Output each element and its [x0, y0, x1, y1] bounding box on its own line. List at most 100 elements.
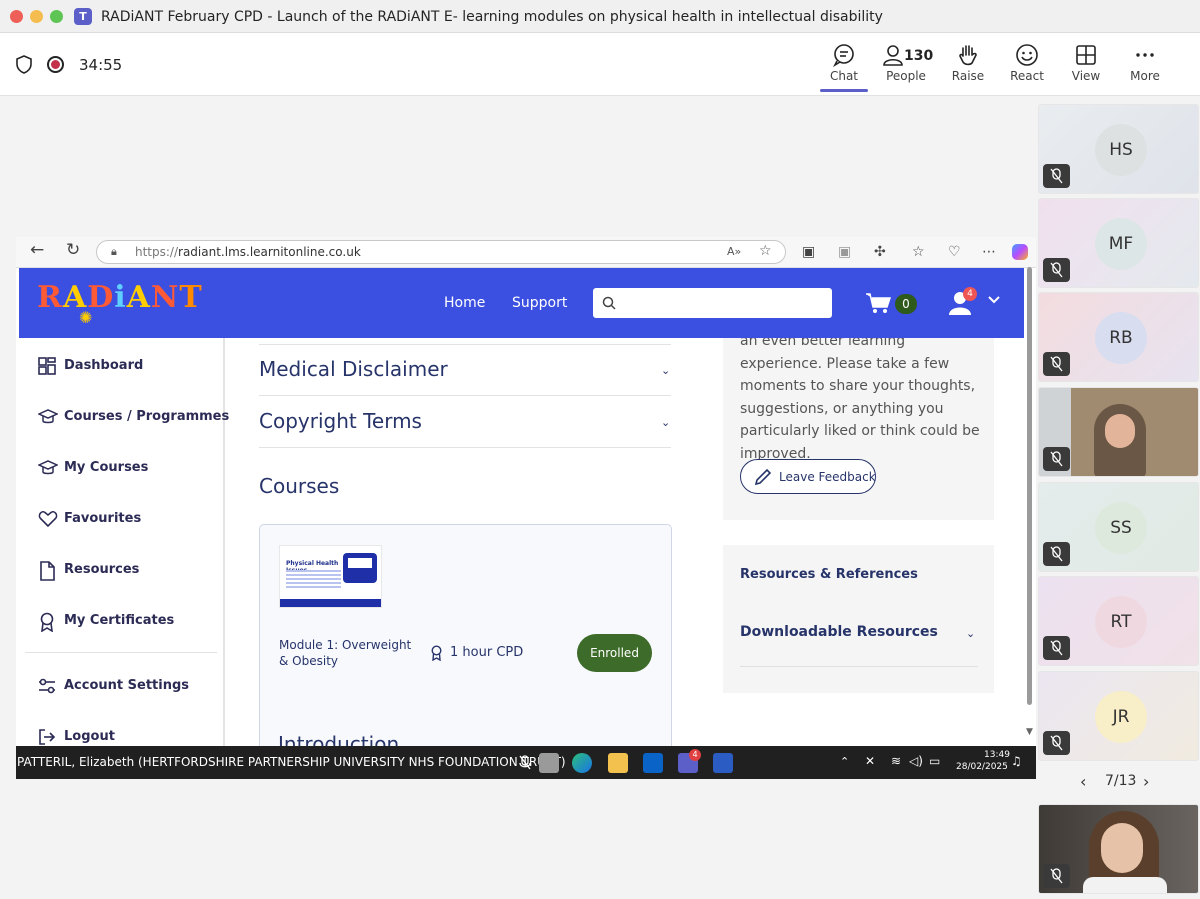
- enrolled-button[interactable]: Enrolled: [577, 634, 652, 672]
- chevron-up-icon[interactable]: ⌃: [840, 755, 849, 768]
- chat-button[interactable]: Chat: [814, 43, 874, 83]
- nav-support-link[interactable]: Support: [512, 295, 567, 311]
- sidebar-item-my-courses[interactable]: My Courses: [38, 458, 218, 480]
- participant-tile[interactable]: RB: [1038, 292, 1199, 382]
- chevron-down-icon[interactable]: [987, 295, 1001, 305]
- cart-icon[interactable]: [865, 292, 891, 314]
- mic-off-icon: [1043, 542, 1070, 566]
- browser-essentials-icon[interactable]: ♡: [948, 244, 961, 260]
- sidebar-item-account-settings[interactable]: Account Settings: [38, 676, 218, 698]
- mic-off-icon: [519, 755, 531, 770]
- nav-home-link[interactable]: Home: [444, 295, 485, 311]
- self-video-tile[interactable]: [1038, 804, 1199, 894]
- favorite-star-icon[interactable]: ☆: [759, 243, 772, 259]
- sidebar-item-logout[interactable]: Logout: [38, 727, 218, 746]
- chat-active-indicator: [820, 89, 868, 92]
- favorites-icon[interactable]: ☆: [912, 244, 925, 260]
- thumbnail-footer-bar: [280, 599, 381, 607]
- participant-tile[interactable]: HS: [1038, 104, 1199, 194]
- people-count: 130: [904, 48, 934, 64]
- teams-logo-icon: T: [74, 8, 92, 25]
- accordion-copyright-terms[interactable]: Copyright Terms: [259, 409, 422, 433]
- browser-scrollbar[interactable]: [1027, 267, 1032, 705]
- raise-hand-button[interactable]: Raise: [938, 43, 998, 83]
- outlook-icon[interactable]: [643, 753, 663, 773]
- extension-icon[interactable]: ▣: [802, 244, 815, 260]
- react-label: React: [1010, 69, 1044, 83]
- avatar: HS: [1095, 124, 1147, 176]
- sidebar-item-courses-programmes[interactable]: Courses / Programmes: [38, 407, 229, 429]
- video-person-face: [1105, 414, 1135, 448]
- minimize-window-button[interactable]: [30, 10, 43, 23]
- edge-icon[interactable]: [572, 753, 592, 773]
- chevron-down-icon[interactable]: ⌄: [661, 416, 670, 429]
- windows-taskbar: PATTERIL, Elizabeth (HERTFORDSHIRE PARTN…: [16, 746, 1036, 779]
- word-icon[interactable]: [713, 753, 733, 773]
- site-search-input[interactable]: [593, 288, 832, 318]
- video-person-shirt: [1083, 877, 1167, 893]
- teams-notification-badge: 4: [689, 749, 701, 761]
- back-icon[interactable]: ←: [30, 242, 44, 259]
- participant-tile[interactable]: JR: [1038, 671, 1199, 761]
- read-aloud-icon[interactable]: A»: [727, 245, 741, 258]
- mic-off-icon: [1043, 864, 1070, 888]
- volume-icon[interactable]: ◁): [909, 754, 923, 768]
- participant-tile[interactable]: MF: [1038, 198, 1199, 288]
- course-card[interactable]: Physical Health Issues Module 1: Overwei…: [259, 524, 672, 746]
- resources-title: Resources & References: [740, 567, 918, 582]
- radiant-logo[interactable]: RADiANT: [37, 280, 203, 315]
- introduction-heading[interactable]: Introduction: [278, 732, 399, 746]
- shield-icon[interactable]: [16, 55, 32, 74]
- reload-icon[interactable]: ↻: [66, 242, 80, 259]
- close-window-button[interactable]: [10, 10, 23, 23]
- mic-off-icon[interactable]: ✕: [865, 754, 875, 768]
- accordion-medical-disclaimer[interactable]: Medical Disclaimer: [259, 357, 448, 381]
- maximize-window-button[interactable]: [50, 10, 63, 23]
- people-icon: [883, 45, 903, 66]
- sidebar-item-label: My Certificates: [64, 613, 175, 628]
- battery-icon[interactable]: ▭: [929, 754, 940, 768]
- sidebar-item-resources[interactable]: Resources: [38, 560, 218, 582]
- leave-feedback-button[interactable]: Leave Feedback: [740, 459, 876, 494]
- file-explorer-icon[interactable]: [608, 753, 628, 773]
- react-button[interactable]: React: [997, 43, 1057, 83]
- participant-video-tile[interactable]: [1038, 387, 1199, 477]
- extension-icon[interactable]: ▣: [838, 244, 851, 260]
- course-title[interactable]: Module 1: Overweight & Obesity: [279, 637, 414, 669]
- scroll-down-arrow[interactable]: ▼: [1026, 727, 1033, 737]
- award-ribbon-icon: [431, 645, 442, 661]
- participant-tile[interactable]: SS: [1038, 482, 1199, 572]
- view-button[interactable]: View: [1056, 43, 1116, 83]
- downloadable-resources-accordion[interactable]: Downloadable Resources: [740, 624, 938, 640]
- divider: [740, 666, 978, 667]
- url-field[interactable]: 🔒︎ https://radiant.lms.learnitonline.co.…: [96, 240, 786, 264]
- participant-tile[interactable]: RT: [1038, 576, 1199, 666]
- chevron-down-icon[interactable]: ⌄: [661, 364, 670, 377]
- bed-icon: [343, 553, 377, 583]
- notifications-icon[interactable]: ♫: [1011, 754, 1022, 768]
- sidebar-item-favourites[interactable]: Favourites: [38, 509, 218, 531]
- puzzle-icon[interactable]: ✣: [874, 244, 886, 260]
- more-icon: [1136, 53, 1154, 57]
- graduation-cap-icon: [38, 409, 58, 424]
- previous-page-button[interactable]: ‹: [1080, 772, 1086, 791]
- feedback-panel: an even better learning experience. Plea…: [723, 338, 994, 520]
- chevron-down-icon[interactable]: ⌄: [966, 627, 975, 640]
- dashboard-icon: [38, 357, 56, 375]
- browser-menu-icon[interactable]: ⋯: [982, 244, 996, 260]
- sidebar-item-label: Dashboard: [64, 358, 144, 373]
- next-page-button[interactable]: ›: [1143, 772, 1149, 791]
- pencil-icon: [754, 468, 772, 486]
- more-button[interactable]: More: [1115, 43, 1175, 83]
- more-label: More: [1130, 69, 1160, 83]
- view-label: View: [1071, 69, 1101, 83]
- sidebar-item-dashboard[interactable]: Dashboard: [38, 356, 218, 378]
- hand-icon: [959, 45, 977, 66]
- heart-icon: [38, 511, 58, 528]
- wifi-icon[interactable]: ≋: [891, 754, 901, 768]
- sidebar-item-my-certificates[interactable]: My Certificates: [38, 611, 218, 633]
- sidebar-item-label: Logout: [64, 729, 115, 744]
- course-thumbnail[interactable]: Physical Health Issues: [279, 545, 382, 608]
- copilot-icon[interactable]: [1012, 244, 1028, 260]
- task-view-icon[interactable]: [539, 753, 559, 773]
